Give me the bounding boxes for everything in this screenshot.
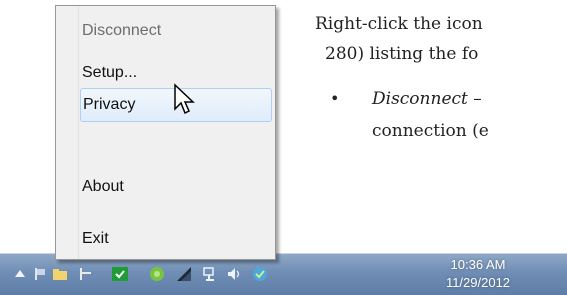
menu-item-about[interactable]: About (80, 170, 272, 204)
show-hidden-icons-arrow-icon[interactable] (12, 266, 28, 282)
tray-context-menu: Disconnect Setup... Privacy About Exit (55, 5, 276, 260)
volume-icon[interactable] (226, 266, 242, 282)
doc-line-2: 280) listing the fo (325, 44, 479, 64)
security-shield-icon[interactable] (252, 266, 268, 282)
signal-icon[interactable] (176, 266, 192, 282)
doc-line-4: connection (e (372, 121, 489, 141)
bullet-dot: • (330, 89, 340, 108)
network-icon[interactable] (202, 266, 218, 282)
menu-gutter (56, 6, 79, 259)
taskbar-clock[interactable]: 10:36 AM 11/29/2012 (437, 256, 519, 292)
clock-time: 10:36 AM (450, 257, 506, 272)
folder-icon[interactable] (52, 266, 68, 282)
flag-icon[interactable] (32, 266, 48, 282)
pin-icon[interactable] (78, 266, 94, 282)
menu-item-disconnect: Disconnect (82, 22, 162, 39)
doc-line-1: Right-click the icon (315, 14, 483, 34)
green-check-icon[interactable] (112, 266, 128, 282)
bullet-rest: – (467, 89, 482, 109)
bullet-term: Disconnect (372, 89, 468, 109)
menu-item-exit[interactable]: Exit (80, 222, 272, 256)
green-app-icon[interactable] (149, 266, 165, 282)
clock-date: 11/29/2012 (445, 275, 511, 290)
mouse-pointer-icon (174, 83, 195, 115)
bullet-text: Disconnect – (372, 89, 482, 109)
